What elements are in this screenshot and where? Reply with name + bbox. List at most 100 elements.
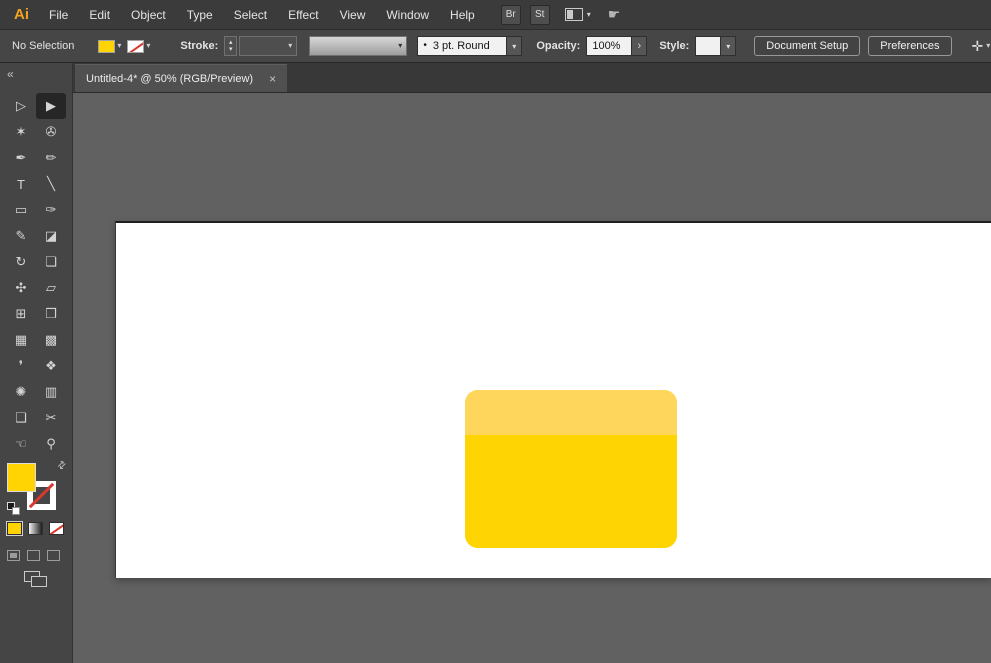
direct-selection-tool[interactable]: ▷	[6, 93, 36, 119]
column-graph-tool-icon: ▥	[44, 384, 58, 399]
artboard-tool[interactable]: ❑	[6, 405, 36, 431]
menubar-icons: Br St ▾ ☛	[500, 4, 621, 25]
transform-control[interactable]: ✛ ▾	[972, 38, 991, 55]
zoom-tool[interactable]: ⚲	[36, 431, 66, 457]
canvas-area[interactable]	[73, 93, 991, 663]
menu-object[interactable]: Object	[131, 8, 166, 22]
rotate-tool-icon: ↻	[15, 254, 27, 269]
eraser-tool[interactable]: ◪	[36, 223, 66, 249]
opacity-input[interactable]: 100%	[586, 36, 633, 56]
app-logo: Ai	[14, 6, 29, 23]
eyedropper-tool[interactable]: ❜	[6, 353, 36, 379]
document-tab[interactable]: Untitled-4* @ 50% (RGB/Preview) ×	[75, 64, 288, 92]
lasso-tool[interactable]: ✇	[36, 119, 66, 145]
width-tool[interactable]: ✣	[6, 275, 36, 301]
opacity-label: Opacity:	[536, 40, 581, 52]
gradient-tool[interactable]: ▩	[36, 327, 66, 353]
blend-tool[interactable]: ❖	[36, 353, 66, 379]
chevron-down-icon: ▾	[146, 41, 151, 50]
selection-tool[interactable]: ▶	[36, 93, 66, 119]
menu-select[interactable]: Select	[234, 8, 267, 22]
hand-tool[interactable]: ☜	[6, 431, 36, 457]
slice-tool[interactable]: ✂	[36, 405, 66, 431]
document-setup-button[interactable]: Document Setup	[754, 36, 861, 56]
width-profile-select: ▾	[309, 36, 408, 56]
chevron-down-icon: ▾	[398, 41, 403, 50]
none-button[interactable]	[49, 522, 64, 535]
stock-button[interactable]: St	[529, 4, 550, 25]
width-tool-icon: ✣	[15, 280, 27, 295]
menu-type[interactable]: Type	[187, 8, 213, 22]
yellow-rounded-rectangle[interactable]	[465, 390, 677, 548]
menu-window[interactable]: Window	[386, 8, 429, 22]
chevron-down-icon: ▾	[288, 41, 293, 50]
eraser-tool-icon: ◪	[44, 228, 58, 243]
style-label: Style:	[659, 40, 690, 52]
rectangle-tool[interactable]: ▭	[6, 197, 36, 223]
workspace-switcher[interactable]: ▾	[564, 8, 591, 21]
touch-workspace-icon[interactable]: ☛	[608, 6, 621, 23]
swap-fill-stroke-icon[interactable]: ⇄	[55, 459, 69, 473]
symbol-sprayer-tool[interactable]: ✺	[6, 379, 36, 405]
rotate-tool[interactable]: ↻	[6, 249, 36, 275]
collapse-panel-icon[interactable]: «	[7, 67, 14, 81]
draw-inside-icon[interactable]	[47, 550, 60, 561]
stroke-width-stepper[interactable]: ▴ ▾	[224, 36, 238, 56]
free-transform-tool[interactable]: ▱	[36, 275, 66, 301]
stroke-swatch	[127, 39, 145, 53]
fill-stroke-control: ⇄	[6, 459, 69, 518]
selection-tool-icon: ▶	[46, 98, 56, 113]
stroke-color-control[interactable]: ▾	[127, 39, 151, 53]
menu-file[interactable]: File	[49, 8, 68, 22]
artboard-tool-icon: ❑	[15, 410, 27, 425]
eyedropper-tool-icon: ❜	[18, 358, 24, 373]
style-select[interactable]: ▾	[695, 36, 737, 56]
brush-definition-select[interactable]: • 3 pt. Round ▾	[417, 36, 523, 56]
gradient-button[interactable]	[28, 522, 43, 535]
opacity-control[interactable]: 100% ›	[586, 36, 648, 56]
preferences-button[interactable]: Preferences	[868, 36, 952, 56]
shape-builder-tool[interactable]: ❒	[36, 301, 66, 327]
stepper-down-icon[interactable]: ▾	[229, 46, 233, 53]
close-icon[interactable]: ×	[269, 72, 276, 86]
menu-help[interactable]: Help	[450, 8, 475, 22]
paintbrush-tool-icon: ✑	[45, 202, 57, 217]
paintbrush-tool[interactable]: ✑	[36, 197, 66, 223]
fill-indicator[interactable]	[7, 463, 36, 492]
menu-edit[interactable]: Edit	[89, 8, 110, 22]
draw-behind-icon[interactable]	[27, 550, 40, 561]
slice-tool-icon: ✂	[45, 410, 57, 425]
column-graph-tool[interactable]: ▥	[36, 379, 66, 405]
mesh-tool-icon: ▦	[14, 332, 28, 347]
type-tool[interactable]: T	[6, 171, 36, 197]
menu-effect[interactable]: Effect	[288, 8, 318, 22]
transform-icon: ✛	[971, 37, 984, 54]
fill-color-control[interactable]: ▾	[98, 39, 121, 53]
menu-view[interactable]: View	[340, 8, 366, 22]
line-segment-tool-icon: ╲	[47, 176, 55, 191]
curvature-tool-icon: ✏	[45, 150, 57, 165]
line-segment-tool[interactable]: ╲	[36, 171, 66, 197]
pen-tool[interactable]: ✒	[6, 145, 36, 171]
color-button[interactable]	[7, 522, 22, 535]
perspective-grid-tool[interactable]: ⊞	[6, 301, 36, 327]
gradient-tool-icon: ▩	[44, 332, 58, 347]
hand-tool-icon: ☜	[15, 436, 27, 451]
scale-tool[interactable]: ❏	[36, 249, 66, 275]
stroke-width-select[interactable]: ▾	[239, 36, 298, 56]
pencil-tool-icon: ✎	[15, 228, 27, 243]
curvature-tool[interactable]: ✏	[36, 145, 66, 171]
artboard[interactable]	[115, 221, 991, 578]
chevron-right-icon[interactable]: ›	[632, 36, 648, 56]
stepper-up-icon[interactable]: ▴	[229, 39, 233, 46]
screen-mode-button[interactable]	[24, 571, 50, 588]
blend-tool-icon: ❖	[45, 358, 57, 373]
chevron-down-icon[interactable]: ▾	[721, 36, 737, 56]
bridge-button[interactable]: Br	[500, 4, 521, 25]
chevron-down-icon[interactable]: ▾	[507, 36, 523, 56]
default-fill-stroke-icon[interactable]	[7, 502, 20, 515]
draw-normal-icon[interactable]	[7, 550, 20, 561]
mesh-tool[interactable]: ▦	[6, 327, 36, 353]
magic-wand-tool[interactable]: ✶	[6, 119, 36, 145]
pencil-tool[interactable]: ✎	[6, 223, 36, 249]
